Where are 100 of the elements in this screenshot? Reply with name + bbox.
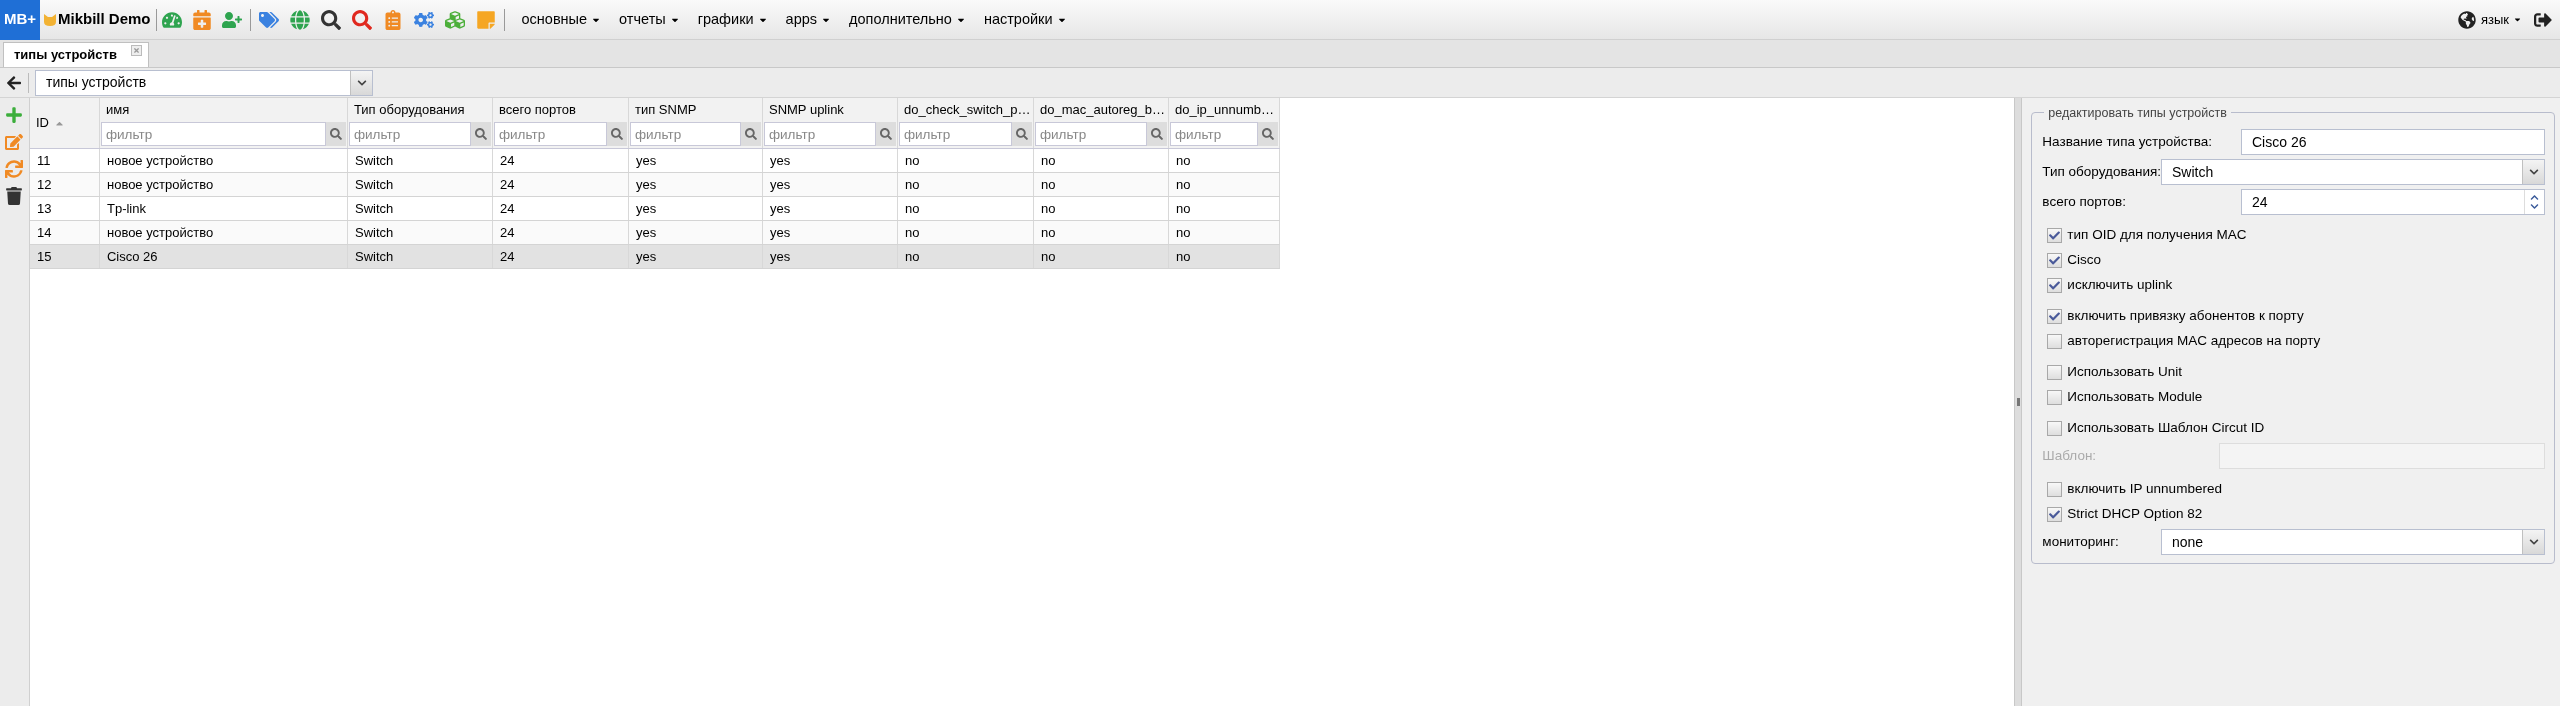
table-row[interactable]: 15 Cisco 26 Switch 24 yes yes no no no [29,245,1280,269]
filter-field[interactable]: фильтр [1169,122,1258,146]
logout-icon[interactable] [2534,10,2552,29]
menu-item[interactable]: дополнительно [840,8,975,31]
logo[interactable]: MB+ [0,0,40,40]
checkbox-label: включить привязку абонентов к порту [2067,307,2304,326]
table-cell-text: no [904,199,920,218]
filter-field[interactable]: фильтр [100,122,326,146]
table-row[interactable]: 14 новое устройство Switch 24 yes yes no no no [29,221,1280,245]
table-cell-text: yes [635,151,657,170]
table-cell-text: Switch [354,247,394,266]
table-row[interactable]: 13 Tp-link Switch 24 yes yes no no no [29,197,1280,221]
field-label: Шаблон: [2042,446,2098,465]
refresh-icon[interactable] [5,160,24,178]
filter-field[interactable]: фильтр [629,122,741,146]
table-cell-text: no [1175,247,1191,266]
checkbox[interactable] [2047,278,2063,293]
number-field[interactable]: 24 [2241,189,2545,215]
menu-item[interactable]: настройки [974,8,1076,31]
table-cell-text: no [1175,199,1191,218]
checkbox[interactable] [2047,253,2063,268]
add-icon[interactable] [5,106,24,124]
menu-item[interactable]: основные [512,8,611,31]
tags-icon[interactable] [258,9,279,30]
select-field[interactable]: none [2161,529,2545,555]
checkbox[interactable] [2047,365,2063,380]
checkbox-label: включить IP unnumbered [2067,480,2222,499]
checkbox[interactable] [2047,228,2063,243]
select-field[interactable]: Switch [2161,159,2545,185]
table-cell-text: 13 [36,199,52,218]
brand-title[interactable]: Mikbill Demo [58,8,151,31]
table-cell-text: 24 [499,175,515,194]
table-cell-text: новое устройство [106,151,214,170]
column-header[interactable]: всего портов [498,100,576,120]
settings-icon[interactable] [413,9,434,30]
globe-icon[interactable] [289,9,310,30]
field-label: Тип оборудования: [2042,162,2161,181]
table-row[interactable]: 11 новое устройство Switch 24 yes yes no no no [29,149,1280,173]
column-header[interactable]: do_check_switch_p… [903,100,1031,120]
column-header[interactable]: do_mac_autoreg_b… [1039,100,1165,120]
checkbox-label: тип OID для получения MAC [2067,226,2247,245]
table-cell-text: no [1040,175,1056,194]
back-icon[interactable] [6,74,22,91]
text-field[interactable]: Cisco 26 [2241,129,2545,155]
table-cell-text: 24 [499,247,515,266]
filter-field[interactable]: фильтр [898,122,1012,146]
table-cell-text: yes [769,223,791,242]
filter-field[interactable]: фильтр [763,122,876,146]
checkbox-label: Cisco [2067,251,2102,270]
sticky-note-icon[interactable] [475,9,496,30]
table-cell-text: no [904,223,920,242]
checkbox-label: Использовать Module [2067,388,2203,407]
checkbox[interactable] [2047,334,2063,349]
search-icon[interactable] [320,9,341,30]
field-label: всего портов: [2042,192,2128,211]
checkbox[interactable] [2047,507,2063,522]
chevron-down-icon [2522,530,2544,554]
table-cell-text: yes [635,247,657,266]
table-cell-text: no [1040,247,1056,266]
menu-item[interactable]: отчеты [610,8,689,31]
form-legend: редактировать типы устройств [2044,104,2231,123]
caret-icon [2513,15,2522,24]
table-cell-text: yes [635,199,657,218]
cubes-icon[interactable] [444,9,465,30]
filter-field[interactable]: фильтр [348,122,471,146]
checkbox[interactable] [2047,309,2063,324]
page-select[interactable]: типы устройств [35,69,373,96]
table-cell-text: no [1040,223,1056,242]
tab[interactable]: типы устройств [3,42,149,67]
column-header[interactable]: имя [105,100,130,120]
table-cell-text: Switch [354,151,394,170]
menu-item[interactable]: графики [688,8,777,31]
table-cell-text: Cisco 26 [106,247,158,266]
column-header[interactable]: ID [35,113,65,133]
checkbox[interactable] [2047,390,2063,405]
table-cell-text: Tp-link [106,199,146,218]
checkbox-label: Использовать Шаблон Circut ID [2067,419,2265,438]
filter-field[interactable]: фильтр [1034,122,1147,146]
close-icon[interactable] [130,44,142,56]
table-cell-text: no [1175,151,1191,170]
delete-icon[interactable] [5,187,24,205]
user-plus-icon[interactable] [221,9,242,30]
cat-icon [43,12,57,27]
edit-icon[interactable] [5,133,24,151]
menu-item[interactable]: apps [776,8,841,31]
column-header[interactable]: do_ip_unnumb… [1174,100,1274,120]
table-row[interactable]: 12 новое устройство Switch 24 yes yes no no no [29,173,1280,197]
calendar-plus-icon[interactable] [191,9,212,30]
column-header[interactable]: SNMP uplink [768,100,844,120]
table-cell-text: 12 [36,175,52,194]
table-cell-text: 15 [36,247,52,266]
table-cell-text: no [1040,199,1056,218]
column-header[interactable]: Тип оборудования [353,100,465,120]
column-header[interactable]: тип SNMP [634,100,697,120]
filter-field[interactable]: фильтр [493,122,607,146]
checkbox[interactable] [2047,421,2063,436]
dashboard-icon[interactable] [161,9,182,30]
language-menu[interactable]: язык [2480,9,2522,30]
table-cell-text: yes [769,199,791,218]
checkbox[interactable] [2047,482,2063,497]
